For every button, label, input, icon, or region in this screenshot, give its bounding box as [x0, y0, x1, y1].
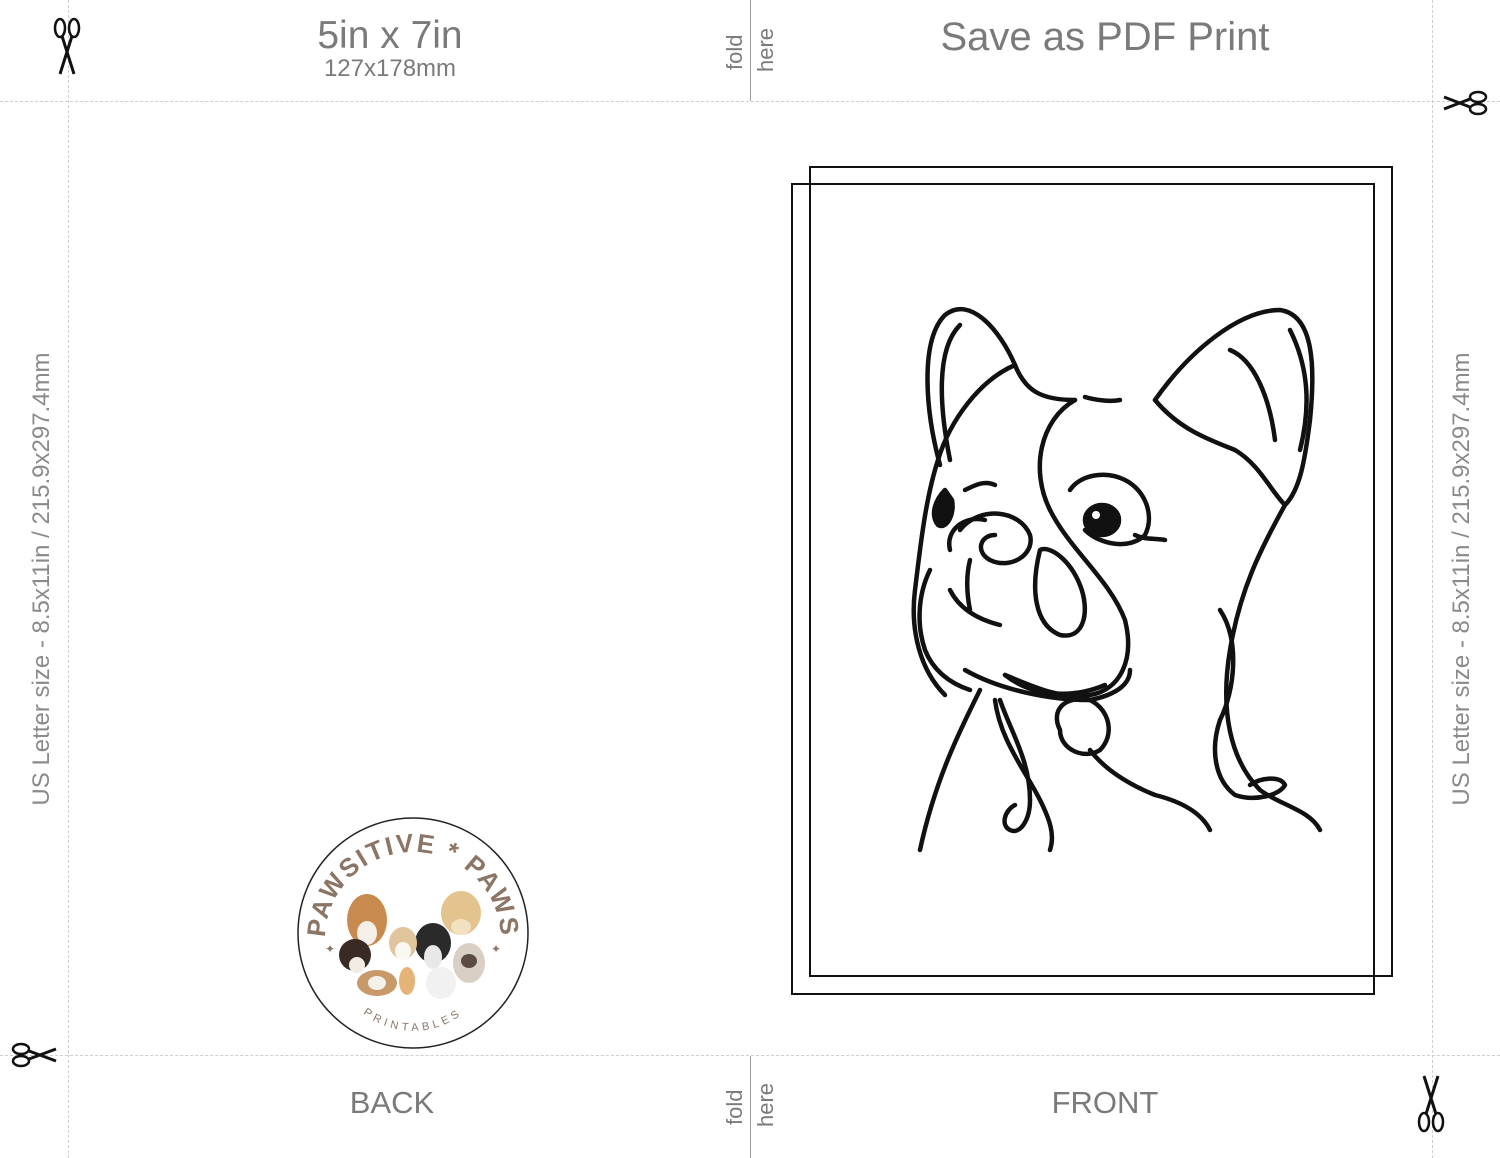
card-size-label: 5in x 7in	[317, 14, 463, 57]
top-fold-word-here: here	[753, 27, 778, 72]
svg-text:✦: ✦	[325, 942, 335, 956]
scissors-icon	[11, 1042, 57, 1068]
bottom-fold-word-here: here	[753, 1082, 778, 1127]
right-paper-size-label: US Letter size - 8.5x11in / 215.9x297.4m…	[1448, 352, 1475, 806]
print-note: Save as PDF Print	[940, 15, 1270, 59]
top-cut-guide	[0, 101, 1500, 102]
bottom-fold-word-fold: fold	[722, 1089, 747, 1125]
scissors-icon	[1443, 90, 1488, 116]
left-paper-size-label: US Letter size - 8.5x11in / 215.9x297.4m…	[28, 352, 55, 806]
pawsitive-paws-logo: PAWSITIVE * PAWS PRINTABLES ✦ ✦	[297, 817, 529, 1049]
svg-text:✦: ✦	[491, 942, 501, 956]
left-cut-guide	[68, 0, 69, 1158]
back-label: BACK	[349, 1085, 435, 1120]
top-fold-line	[750, 0, 751, 101]
top-fold-word-fold: fold	[722, 34, 747, 70]
right-cut-guide	[1432, 0, 1433, 1158]
card-size-mm: 127x178mm	[323, 55, 457, 82]
scissors-icon	[53, 17, 81, 75]
front-label: FRONT	[1051, 1085, 1159, 1120]
bottom-fold-line	[750, 1056, 751, 1158]
french-bulldog-line-art	[911, 306, 1323, 853]
scissors-icon	[1417, 1075, 1445, 1133]
